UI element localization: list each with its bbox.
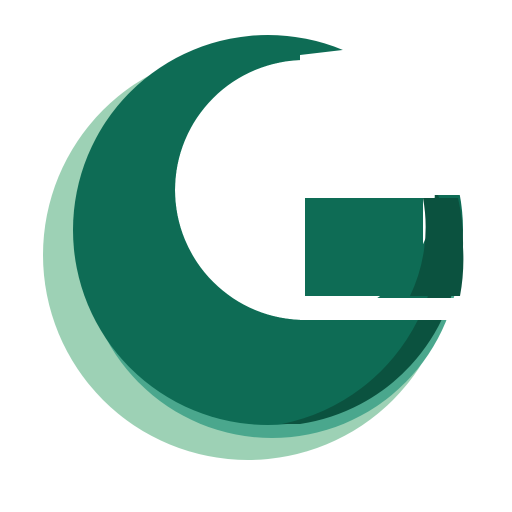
g-logo-icon [43,35,464,460]
g-crossbar [305,198,464,296]
logo-container [0,0,512,512]
